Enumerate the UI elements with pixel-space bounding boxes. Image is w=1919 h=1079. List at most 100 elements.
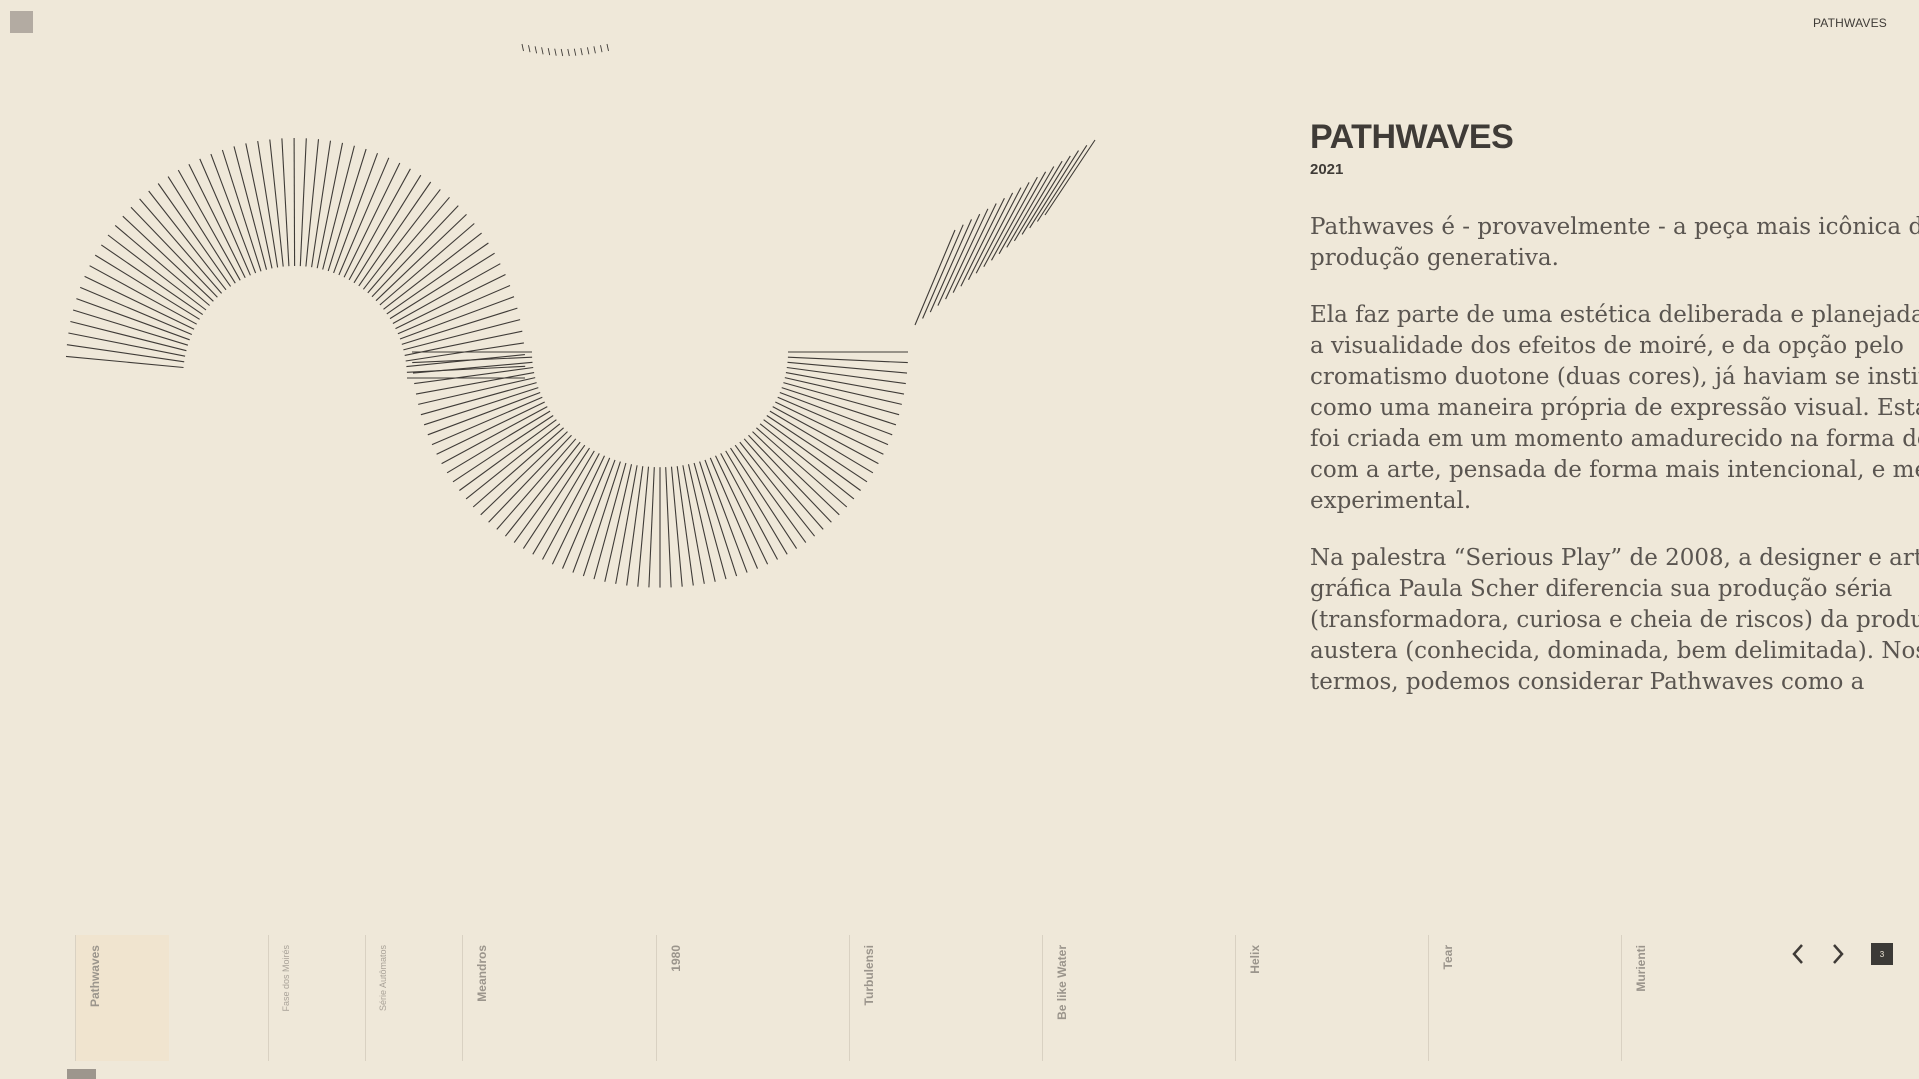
wave-stroke [787,356,908,364]
work-body-text: Pathwaves é - provavelmente - a peça mai… [1310,212,1919,698]
wave-stroke [734,444,807,543]
arc-fragment-stroke [547,48,551,56]
wave-stroke [929,219,973,313]
wave-stroke [89,265,197,325]
wave-stroke [914,229,956,326]
timeline-item-turbulensi[interactable]: Turbulensi [849,935,1042,1061]
wave-stroke [293,137,296,267]
work-title: PATHWAVES [1310,118,1514,156]
arc-fragment-stroke [567,48,570,57]
wave-stroke [1029,150,1079,229]
timeline-label: Murienti [1634,945,1648,992]
paragraph: Na palestra “Serious Play” de 2008, a de… [1310,545,1919,695]
chevron-right-icon[interactable] [1826,940,1848,968]
wave-stroke [763,419,861,491]
wave-stroke [441,406,548,465]
timeline-item-helix[interactable]: Helix [1235,935,1428,1061]
wave-stroke [420,382,537,416]
wave-stroke [676,466,694,586]
wave-stroke [130,206,218,298]
wave-stroke [465,423,561,500]
arc-fragment-stroke [528,45,531,53]
timeline-label: 1980 [669,945,683,972]
wave-stroke [452,415,554,483]
timeline-item-fase-dos-moires[interactable]: Fase dos Moirés [268,935,365,1061]
wave-stroke [65,355,184,369]
wave-stroke [699,461,738,577]
wave-stroke [682,465,705,584]
wave-stroke [79,286,193,336]
timeline-item-tear[interactable]: Tear [1428,935,1621,1061]
arc-fragment-stroke [560,48,564,57]
wave-stroke [459,419,557,491]
arc-fragment-stroke [541,47,544,55]
wave-stroke [269,139,284,267]
wave-stroke [199,158,251,276]
wave-stroke [100,244,204,316]
arc-fragment-stroke [580,48,583,56]
timeline-label: Fase dos Moirés [281,945,291,1012]
arc-fragment-stroke [534,46,538,54]
wave-stroke [670,466,683,587]
wave-stroke [922,224,964,319]
wave-stroke [759,423,855,500]
chevron-left-icon[interactable] [1788,940,1810,968]
wave-stroke [593,462,627,580]
wave-stroke [221,149,262,272]
timeline-label: Pathwaves [88,945,102,1008]
wave-stroke [66,344,185,363]
page-number-badge: 3 [1871,943,1893,965]
wave-stroke [687,464,716,582]
wave-stroke [1021,155,1071,235]
wave-stroke [513,444,586,543]
wave-stroke [582,461,621,577]
timeline-item-meandros[interactable]: Meandros [462,935,656,1061]
timeline-item-pathwaves[interactable]: Pathwaves [75,935,169,1061]
timeline-label: Tear [1441,945,1455,970]
scroll-thumb[interactable] [67,1069,96,1079]
wave-stroke [693,462,727,580]
arc-fragment-stroke [600,45,603,53]
wave-stroke [615,465,638,584]
wave-stroke [504,441,581,537]
timeline-label: Be like Water [1055,945,1069,1020]
paragraph: Ela faz parte de uma estética deliberada… [1310,302,1919,514]
wave-stroke [72,309,189,346]
wave-stroke [68,332,186,357]
wave-stroke [305,139,320,267]
wave-stroke [327,148,367,272]
work-description-panel: PATHWAVES 2021 Pathwaves é - provavelmen… [1310,118,1919,724]
wave-stroke [766,415,868,483]
wave-stroke [626,466,644,586]
wave-stroke [412,356,533,364]
wave-stroke [637,466,650,587]
wave-stroke [122,215,214,302]
work-year: 2021 [1310,161,1344,178]
wave-stroke [665,467,672,588]
works-timeline: Pathwaves Fase dos Moirés Série Autômato… [0,935,1919,1061]
wave-stroke [709,457,759,569]
wave-stroke [648,467,655,588]
wave-stroke [281,138,290,267]
arc-fragment-stroke [573,48,577,56]
wave-stroke [783,382,900,416]
timeline-label: Série Autômatos [378,945,388,1012]
timeline-item-1980[interactable]: 1980 [656,935,849,1061]
wave-stroke [375,214,467,302]
wave-stroke [787,361,908,374]
timeline-item-murienti[interactable]: Murienti [1621,935,1771,1061]
timeline-item-serie-automatos[interactable]: Série Autômatos [365,935,462,1061]
wave-stroke [299,138,307,267]
paragraph: Pathwaves é - provavelmente - a peça mai… [1310,214,1919,271]
wave-stroke [772,406,879,465]
arc-fragment-stroke [606,43,609,52]
timeline-label: Turbulensi [862,945,876,1006]
wave-stroke [114,224,210,306]
timeline-item-be-like-water[interactable]: Be like Water [1042,935,1235,1061]
wave-stroke [70,320,187,352]
wave-stroke [401,307,518,345]
timeline-label: Helix [1248,945,1262,974]
wave-stroke [739,441,816,537]
arc-fragment-stroke [593,46,596,54]
arc-fragment-stroke [554,48,557,56]
